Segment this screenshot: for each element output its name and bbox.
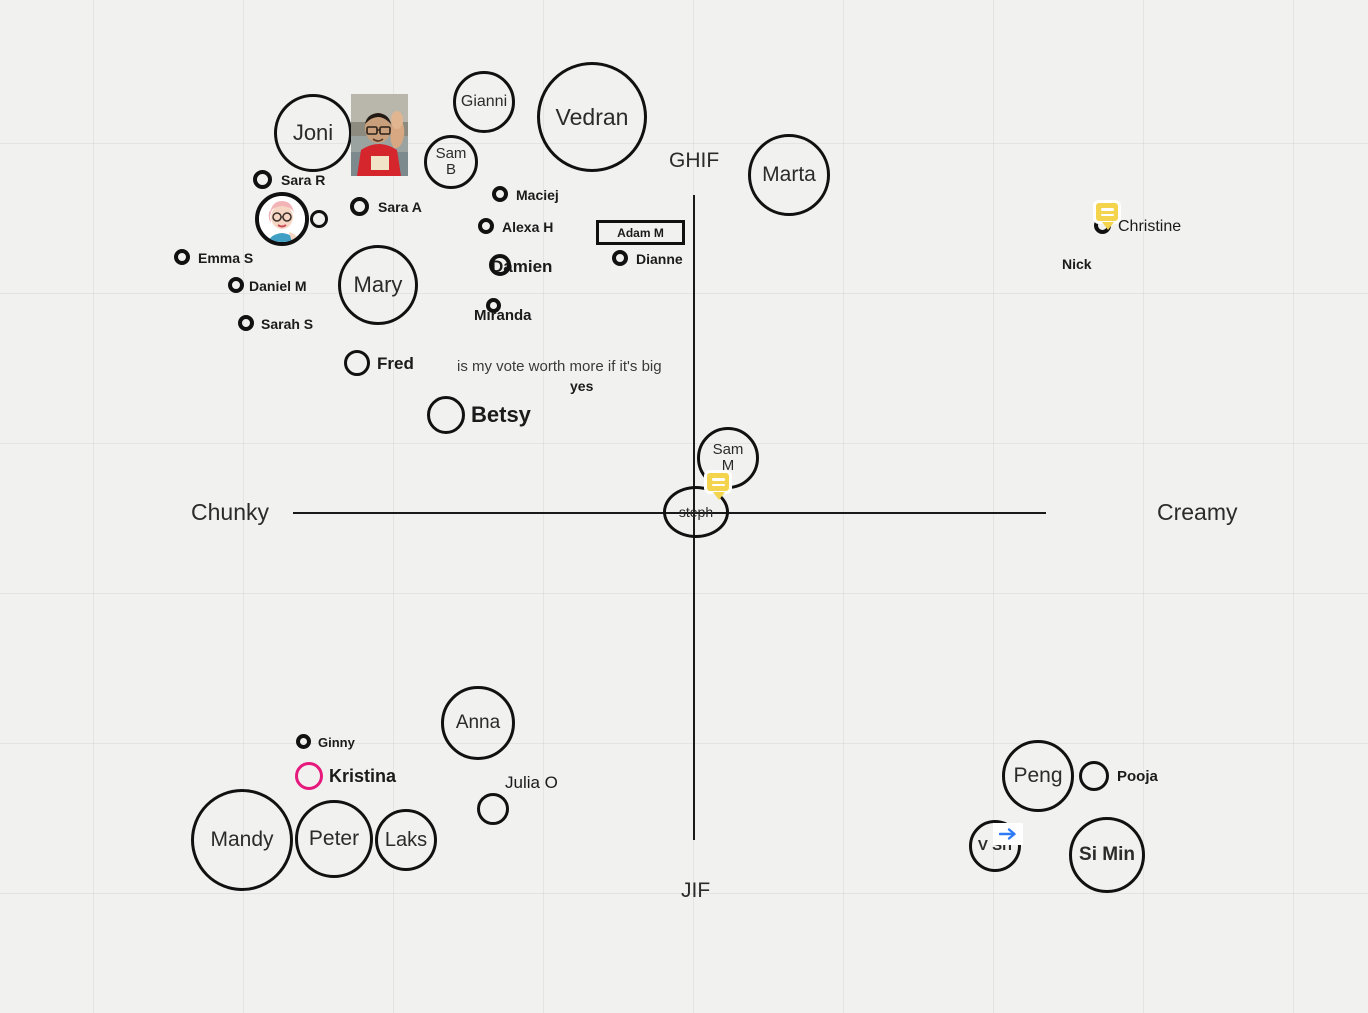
participant-ring[interactable]: Vedran	[537, 62, 647, 172]
annotation-answer: yes	[570, 378, 594, 394]
participant-dot[interactable]	[350, 197, 369, 216]
participant-dot[interactable]	[238, 315, 254, 331]
participant-label: Si Min	[1079, 844, 1135, 866]
whiteboard-canvas[interactable]: GHIF JIF Chunky Creamy is my vote worth …	[0, 0, 1368, 1013]
comment-line	[711, 478, 725, 481]
participant-dot[interactable]	[174, 249, 190, 265]
comment-bubble-christine[interactable]	[1093, 200, 1121, 230]
participant-label: Kristina	[329, 766, 397, 786]
photo-avatar[interactable]	[351, 94, 408, 176]
comment-line	[711, 483, 725, 486]
participant-dot-highlighted[interactable]	[295, 762, 323, 790]
axis-label-left: Chunky	[191, 499, 269, 525]
participant-ring[interactable]: Mandy	[191, 789, 293, 891]
participant-dot[interactable]	[253, 170, 272, 189]
participant-label: Peter	[308, 826, 360, 850]
participant-label: Sara A	[378, 199, 422, 215]
participant-dot[interactable]	[427, 396, 465, 434]
participant-label: Joni	[292, 120, 334, 146]
participant-dot[interactable]	[344, 350, 370, 376]
participant-label: Sara R	[281, 172, 326, 188]
participant-dot[interactable]	[1079, 761, 1109, 791]
annotation-question: is my vote worth more if it's big	[457, 358, 662, 375]
participant-label: Mandy	[210, 827, 274, 851]
participant-label: Fred	[377, 354, 414, 373]
participant-label: Vedran	[555, 103, 629, 130]
axis-label-right: Creamy	[1157, 499, 1238, 525]
participant-label: Daniel M	[249, 278, 307, 294]
axis-label-bottom: JIF	[681, 879, 711, 902]
cursor-arrow-icon	[993, 823, 1023, 845]
participant-dot[interactable]	[489, 254, 511, 276]
participant-ring[interactable]: Sam B	[424, 135, 478, 189]
participant-label: Anna	[455, 712, 501, 734]
boxed-label-adam-m[interactable]: Adam M	[596, 220, 685, 245]
participant-label: Maciej	[516, 187, 559, 203]
cartoon-avatar-image	[259, 196, 305, 242]
participant-ring[interactable]: Peng	[1002, 740, 1074, 812]
participant-dot[interactable]	[228, 277, 244, 293]
participant-label: Mary	[353, 272, 403, 298]
participant-label: Miranda	[474, 307, 532, 324]
small-ring-marker[interactable]	[310, 210, 328, 228]
participant-label: Peng	[1013, 763, 1063, 787]
cartoon-avatar[interactable]	[255, 192, 309, 246]
participant-ring[interactable]: Joni	[274, 94, 352, 172]
participant-dot[interactable]	[296, 734, 311, 749]
participant-label: Laks	[384, 828, 428, 851]
participant-label: Ginny	[318, 735, 355, 750]
arrow-right-icon	[999, 828, 1016, 840]
participant-label: Alexa H	[502, 219, 554, 235]
participant-ring[interactable]: Marta	[748, 134, 830, 216]
participant-label: Julia O	[505, 773, 558, 792]
participant-ring[interactable]: Mary	[338, 245, 418, 325]
participant-label: Nick	[1062, 256, 1092, 272]
comment-bubble-sam-m[interactable]	[704, 470, 732, 500]
participant-label: Marta	[762, 162, 816, 186]
photo-avatar-image	[351, 94, 408, 176]
participant-label: Pooja	[1117, 768, 1158, 785]
participant-ring[interactable]: Peter	[295, 800, 373, 878]
participant-label: Sarah S	[261, 316, 314, 332]
participant-dot[interactable]	[477, 793, 509, 825]
participant-label: Dianne	[636, 251, 683, 267]
participant-label: Emma S	[198, 250, 254, 266]
participant-ring[interactable]: Gianni	[453, 71, 515, 133]
participant-label: steph	[678, 503, 714, 520]
axis-label-top: GHIF	[669, 149, 720, 172]
participant-label: Sam B	[435, 145, 467, 178]
participant-ring[interactable]: Anna	[441, 686, 515, 760]
participant-dot[interactable]	[478, 218, 494, 234]
participant-ring[interactable]: Laks	[375, 809, 437, 871]
participant-label: Betsy	[471, 402, 531, 427]
participant-dot[interactable]	[492, 186, 508, 202]
comment-line	[1100, 213, 1114, 216]
comment-line	[1100, 208, 1114, 211]
participant-ring[interactable]: Si Min	[1069, 817, 1145, 893]
participant-label: Christine	[1118, 218, 1182, 235]
participant-dot[interactable]	[612, 250, 628, 266]
boxed-label-text: Adam M	[617, 225, 664, 240]
participant-label: Gianni	[460, 92, 508, 110]
